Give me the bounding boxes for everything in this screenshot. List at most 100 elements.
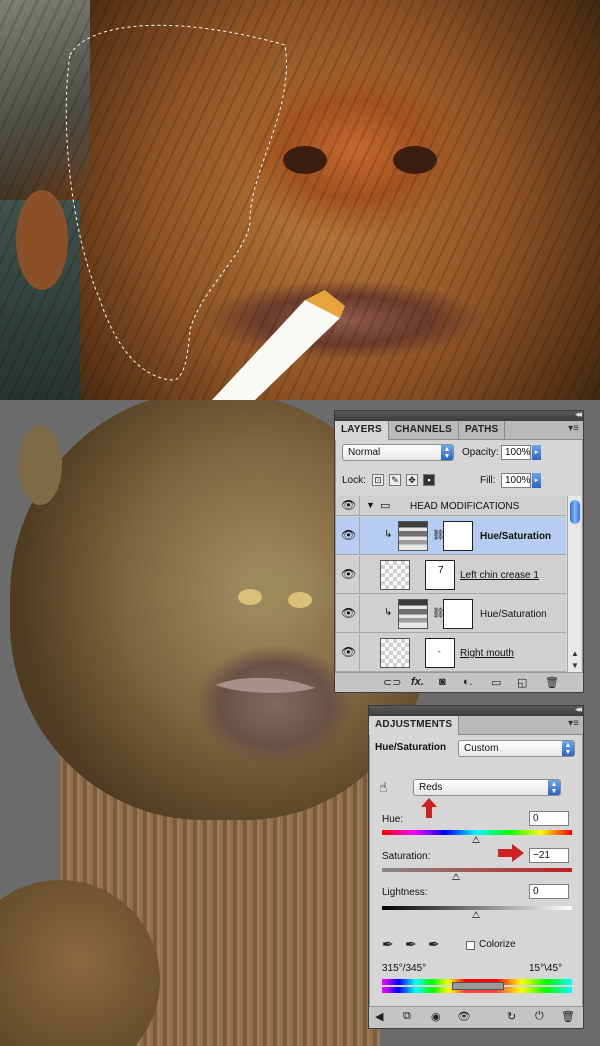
layers-tabs: LAYERS CHANNELS PATHS ▾≡ <box>335 421 583 440</box>
blend-mode-dropdown[interactable]: Normal ▲ ▼ <box>342 444 454 461</box>
annotation-arrow-right-icon <box>498 844 524 862</box>
reset-icon[interactable]: ↻ <box>507 1010 516 1023</box>
scroll-down-icon[interactable]: ▼ <box>568 660 582 672</box>
fill-field[interactable]: 100% <box>501 473 531 488</box>
layer-mask-thumbnail[interactable]: - <box>425 638 455 668</box>
blend-mode-value: Normal <box>348 447 381 458</box>
collapse-icon[interactable]: ◂◂ <box>575 409 582 420</box>
visibility-icon[interactable]: 👁 <box>457 1010 471 1023</box>
lightness-label: Lightness: <box>382 887 428 898</box>
layer-row-left-chin-crease[interactable]: 👁 7 Left chin crease 1 <box>336 556 566 594</box>
lock-pixels-icon[interactable]: ✎ <box>389 474 401 486</box>
adjustments-panel: ◂◂ ADJUSTMENTS ▾≡ Hue/Saturation Custom … <box>368 704 584 1029</box>
clipping-arrow-icon: ↳ <box>384 607 393 618</box>
layer-row-hue-saturation-1[interactable]: 👁 ↳ ⛓ Hue/Saturation <box>336 517 566 555</box>
visibility-eye-icon[interactable]: 👁 <box>336 496 360 515</box>
colorize-label: Colorize <box>479 939 516 950</box>
targeted-adjustment-hand-icon[interactable]: ☝ <box>379 779 388 796</box>
fill-arrow-icon[interactable]: ▸ <box>532 473 541 488</box>
colorize-checkbox[interactable] <box>466 941 475 950</box>
panel-menu-icon[interactable]: ▾≡ <box>568 718 579 729</box>
saturation-label: Saturation: <box>382 851 431 862</box>
range-left-readout: 315°/345° <box>382 963 427 974</box>
adjustments-tabs: ADJUSTMENTS ▾≡ <box>369 716 583 735</box>
opacity-field[interactable]: 100% <box>501 445 531 460</box>
view-previous-icon[interactable]: ◉ <box>431 1010 441 1023</box>
fx-icon[interactable]: fx. <box>411 676 424 688</box>
layers-bottom-bar: ⊂⊃ fx. ◙ ◐. ▭ ◱ 🗑 <box>335 672 583 692</box>
adjustment-layer-icon[interactable]: ◐. <box>463 676 473 688</box>
panel-menu-icon[interactable]: ▾≡ <box>568 423 579 434</box>
eyedropper-icon[interactable]: ✒ <box>382 936 394 953</box>
lightness-field[interactable]: 0 <box>529 884 569 899</box>
adjustment-thumbnail-icon[interactable] <box>398 599 428 629</box>
layer-name: Hue/Saturation <box>480 531 552 542</box>
layer-name: Hue/Saturation <box>480 609 547 620</box>
lock-position-icon[interactable]: ✥ <box>406 474 418 486</box>
opacity-label: Opacity: <box>462 447 499 458</box>
add-mask-icon[interactable]: ◙ <box>439 676 446 688</box>
clip-icon[interactable]: ⧉ <box>403 1010 411 1023</box>
folder-icon: ▭ <box>380 500 391 512</box>
clipping-arrow-icon: ↳ <box>384 529 393 540</box>
layer-name: Right mouth <box>460 648 514 659</box>
scroll-thumb[interactable] <box>570 500 580 524</box>
new-layer-icon[interactable]: ◱ <box>517 676 527 689</box>
tab-layers[interactable]: LAYERS <box>335 421 389 440</box>
adjustments-titlebar[interactable]: ◂◂ <box>369 704 583 716</box>
layer-mask-thumbnail[interactable]: 7 <box>425 560 455 590</box>
disclosure-triangle-icon[interactable]: ▼ <box>366 500 375 510</box>
color-range-slider[interactable] <box>452 982 504 990</box>
chevron-updown-icon: ▲ ▼ <box>548 780 560 795</box>
visibility-eye-icon[interactable]: 👁 <box>336 595 360 632</box>
back-arrow-icon[interactable]: ◀ <box>375 1010 383 1023</box>
lightness-slider-thumb[interactable] <box>472 911 480 918</box>
tab-adjustments[interactable]: ADJUSTMENTS <box>369 716 460 735</box>
link-layers-icon[interactable]: ⊂⊃ <box>383 676 401 689</box>
channel-dropdown[interactable]: Reds ▲ ▼ <box>413 779 561 796</box>
range-right-readout: 15°\45° <box>529 963 563 974</box>
trash-icon[interactable]: 🗑 <box>545 676 559 689</box>
saturation-bar <box>382 868 572 872</box>
new-group-icon[interactable]: ▭ <box>491 676 501 689</box>
layer-thumbnail[interactable] <box>380 560 410 590</box>
adjustment-thumbnail-icon[interactable] <box>398 521 428 551</box>
hue-slider-thumb[interactable] <box>472 836 480 843</box>
eyedropper-minus-icon[interactable]: ✒ <box>428 936 440 953</box>
hue-field[interactable]: 0 <box>529 811 569 826</box>
color-range-bars[interactable] <box>382 979 572 993</box>
eyedropper-plus-icon[interactable]: ✒ <box>405 936 417 953</box>
layer-mask-thumbnail[interactable] <box>443 599 473 629</box>
layer-row-group[interactable]: 👁 ▼ ▭ HEAD MODIFICATIONS <box>336 496 566 516</box>
tab-channels[interactable]: CHANNELS <box>389 421 460 439</box>
power-icon[interactable]: ⏻ <box>535 1010 544 1023</box>
opacity-arrow-icon[interactable]: ▸ <box>532 445 541 460</box>
scroll-up-icon[interactable]: ▲ <box>568 648 582 660</box>
preset-value: Custom <box>464 743 499 754</box>
lock-transparent-icon[interactable]: ⊡ <box>372 474 384 486</box>
layer-list: 👁 ▼ ▭ HEAD MODIFICATIONS 👁 ↳ ⛓ Hue/Satur… <box>336 496 566 672</box>
layer-row-right-mouth[interactable]: 👁 - Right mouth <box>336 634 566 672</box>
layers-scrollbar[interactable]: ▲ ▼ <box>567 496 581 672</box>
collapse-icon[interactable]: ◂◂ <box>575 704 582 715</box>
layer-thumbnail[interactable] <box>380 638 410 668</box>
layers-panel: ◂◂ LAYERS CHANNELS PATHS ▾≡ Normal ▲ ▼ Op… <box>334 409 584 693</box>
layer-mask-thumbnail[interactable] <box>443 521 473 551</box>
preset-dropdown[interactable]: Custom ▲ ▼ <box>458 740 575 757</box>
hue-label: Hue: <box>382 814 404 825</box>
layer-row-hue-saturation-2[interactable]: 👁 ↳ ⛓ Hue/Saturation <box>336 595 566 633</box>
annotation-arrow-up-icon <box>421 798 437 818</box>
saturation-slider-thumb[interactable] <box>452 873 460 880</box>
visibility-eye-icon[interactable]: 👁 <box>336 517 360 554</box>
saturation-field[interactable]: −21 <box>529 848 569 863</box>
visibility-eye-icon[interactable]: 👁 <box>336 634 360 671</box>
adjustment-title: Hue/Saturation <box>375 742 447 753</box>
layer-name: Left chin crease 1 <box>460 570 539 581</box>
tab-paths[interactable]: PATHS <box>459 421 506 439</box>
layers-titlebar[interactable]: ◂◂ <box>335 409 583 421</box>
visibility-eye-icon[interactable]: 👁 <box>336 556 360 593</box>
fill-label: Fill: <box>480 475 496 486</box>
lock-all-icon[interactable]: ▪ <box>423 474 435 486</box>
trash-icon[interactable]: 🗑 <box>561 1010 575 1023</box>
chevron-updown-icon: ▲ ▼ <box>441 445 453 460</box>
